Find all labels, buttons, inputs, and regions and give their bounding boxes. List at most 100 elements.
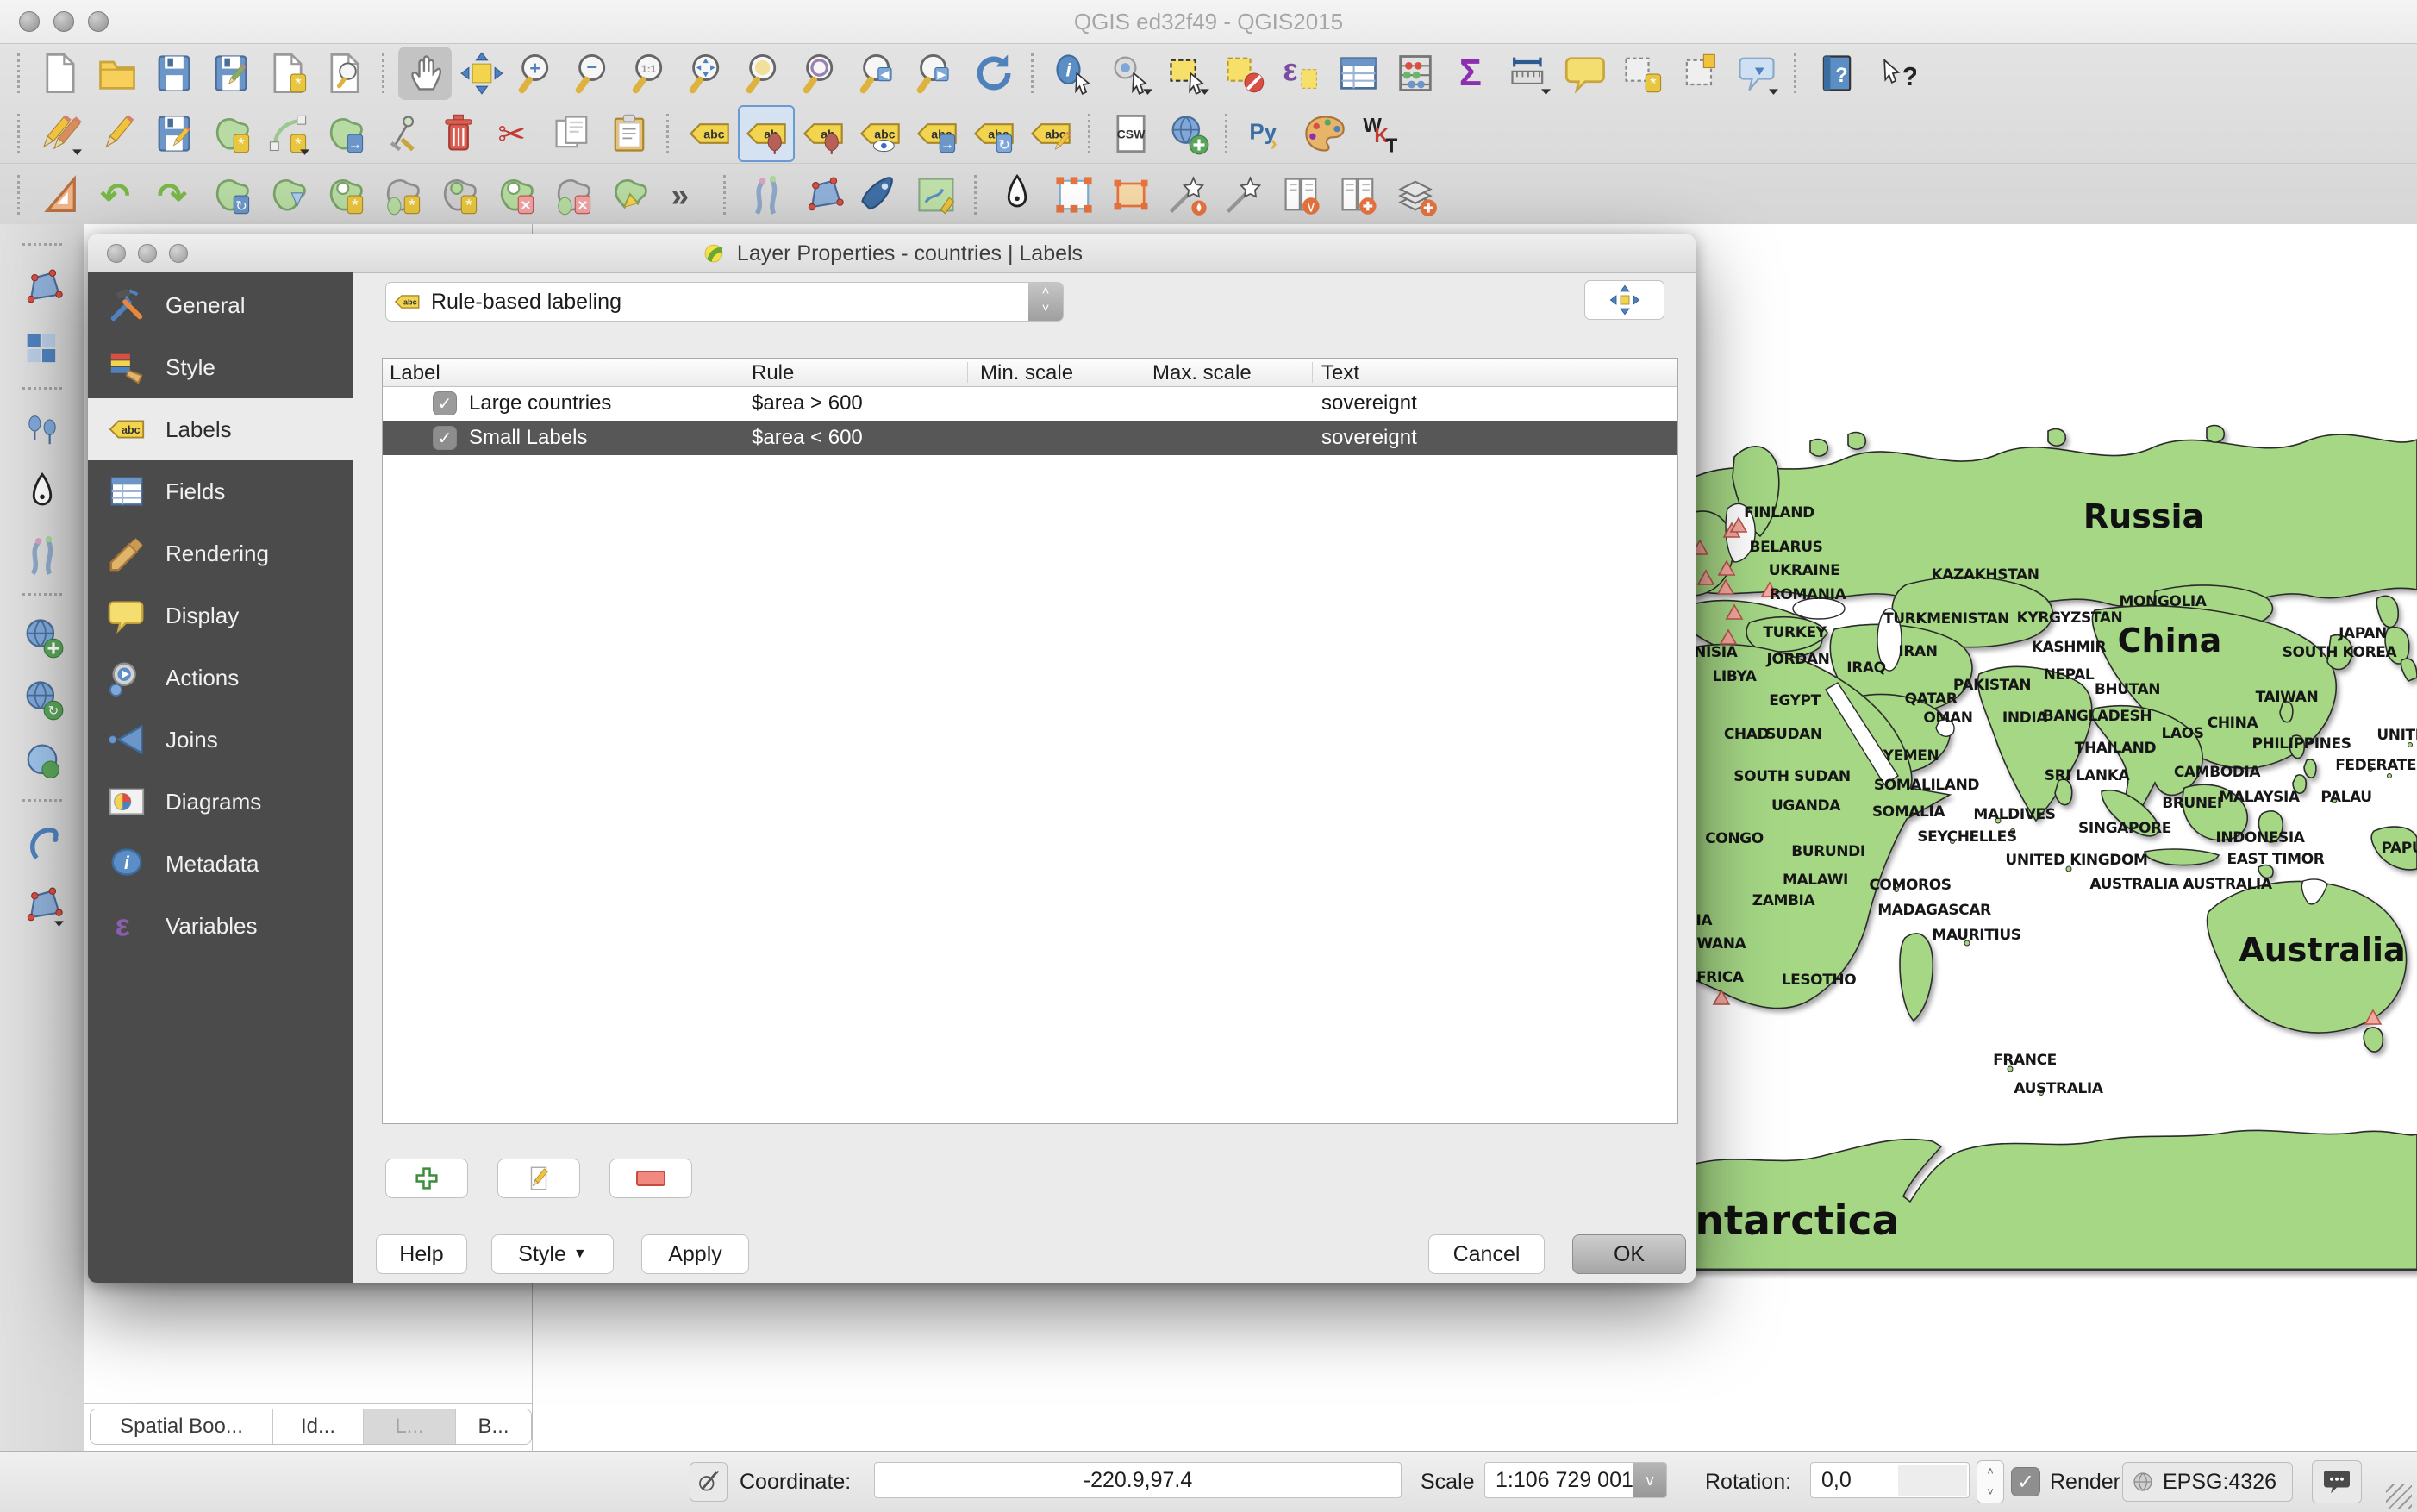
apply-button[interactable]: Apply — [641, 1234, 749, 1274]
zoom-full-extent-button[interactable] — [683, 47, 736, 100]
highlight-labels-button[interactable]: abc — [853, 107, 907, 160]
pin-tool-button[interactable] — [16, 404, 69, 458]
deselect-features-button[interactable] — [1218, 47, 1271, 100]
plugin-vertex-editor-button[interactable] — [796, 168, 850, 222]
crs-status-button[interactable]: EPSG:4326 — [2122, 1462, 2293, 1502]
simplify-feature-button[interactable] — [261, 168, 315, 222]
zoom-to-selection-button[interactable] — [740, 47, 793, 100]
python-console-button[interactable]: Py› — [1241, 107, 1295, 160]
change-label-button[interactable]: abc — [1024, 107, 1077, 160]
save-layer-edits-button[interactable] — [147, 107, 201, 160]
ribbon-tool-button[interactable] — [16, 528, 69, 582]
new-bookmark-button[interactable]: * — [1616, 47, 1670, 100]
show-sum-button[interactable]: Σ — [1446, 47, 1499, 100]
add-rule-button[interactable] — [385, 1159, 468, 1198]
show-hide-labels-button[interactable]: ab — [740, 107, 793, 160]
add-ring-button[interactable]: * — [318, 168, 372, 222]
sphere-tool-button[interactable] — [16, 734, 69, 788]
rule-row-1[interactable]: ✓Large countries$area > 600sovereignt — [383, 386, 1677, 421]
show-statistics-button[interactable] — [1389, 47, 1442, 100]
toggle-editing-button[interactable] — [91, 107, 144, 160]
metasearch-add-button[interactable] — [1161, 107, 1215, 160]
panel-tab-1[interactable]: Spatial Boo... — [91, 1409, 273, 1444]
vertex-menu-tool-button[interactable] — [16, 878, 69, 932]
edit-rule-button[interactable] — [497, 1159, 580, 1198]
panel-tab-4[interactable]: B... — [456, 1409, 531, 1444]
sidebar-item-style[interactable]: Style — [88, 336, 353, 398]
add-feature-button[interactable]: * — [204, 107, 258, 160]
dialog-minimize-button[interactable] — [138, 244, 157, 263]
plugin-select-box-button[interactable] — [1047, 168, 1101, 222]
select-by-expression-button[interactable]: ε — [1275, 47, 1328, 100]
reshape-features-button[interactable] — [603, 168, 656, 222]
open-project-button[interactable] — [91, 47, 144, 100]
measure-button[interactable] — [1502, 47, 1556, 100]
raster-tool-button[interactable] — [16, 322, 69, 376]
pan-map-button[interactable] — [398, 47, 452, 100]
plugin-style-wand-button[interactable] — [1161, 168, 1215, 222]
pin-unpin-labels-button[interactable]: ab — [796, 107, 850, 160]
rotation-stepper[interactable]: ˄˅ — [1977, 1460, 2004, 1503]
rule-row-2[interactable]: ✓Small Labels$area < 600sovereignt — [383, 421, 1677, 455]
pan-to-selection-button[interactable] — [455, 47, 509, 100]
select-features-button[interactable] — [1161, 47, 1215, 100]
plugin-wand-button[interactable] — [1218, 168, 1271, 222]
rotation-input[interactable]: 0,0 — [1810, 1462, 1970, 1498]
plugin-travel-button[interactable] — [853, 168, 907, 222]
copy-features-button[interactable] — [546, 107, 599, 160]
window-close-button[interactable] — [19, 11, 40, 32]
csw-search-button[interactable]: CSW — [1104, 107, 1158, 160]
text-annotation-button[interactable] — [1730, 47, 1783, 100]
customization-button[interactable] — [1298, 107, 1352, 160]
scale-combobox[interactable]: 1:106 729 001 v — [1484, 1462, 1667, 1498]
web-globe-add-button[interactable] — [16, 610, 69, 664]
fill-ring-button[interactable]: * — [432, 168, 485, 222]
save-project-as-button[interactable] — [204, 47, 258, 100]
help-button[interactable]: Help — [376, 1234, 467, 1274]
sidebar-item-actions[interactable]: Actions — [88, 647, 353, 709]
zoom-actual-size-button[interactable]: 1:1 — [626, 47, 679, 100]
map-view[interactable]: RussiaChinaAustraliaAntarcticaFINLANDBEL… — [1689, 224, 2417, 1451]
undo-button[interactable]: ↶ — [91, 168, 144, 222]
window-minimize-button[interactable] — [53, 11, 74, 32]
zoom-in-button[interactable]: + — [512, 47, 565, 100]
render-checkbox[interactable]: ✓ — [2011, 1467, 2040, 1496]
sidebar-item-labels[interactable]: abcLabels — [88, 398, 353, 460]
combobox-stepper-icon[interactable]: ˄˅ — [1028, 283, 1063, 321]
vertex-tool-button[interactable] — [16, 260, 69, 314]
add-part-button[interactable]: * — [375, 168, 428, 222]
open-attribute-table-button[interactable] — [1332, 47, 1385, 100]
style-menu-button[interactable]: Style▼ — [491, 1234, 614, 1274]
wkt-tools-button[interactable]: WKT — [1355, 107, 1408, 160]
sidebar-item-fields[interactable]: Fields — [88, 460, 353, 522]
sidebar-item-diagrams[interactable]: Diagrams — [88, 771, 353, 833]
zoom-out-button[interactable]: − — [569, 47, 622, 100]
messages-button[interactable] — [2312, 1460, 2362, 1503]
rotate-label-button[interactable]: abc↻ — [967, 107, 1021, 160]
feather-tool-button[interactable] — [16, 466, 69, 520]
new-print-composer-button[interactable]: * — [261, 47, 315, 100]
zoom-last-button[interactable]: ◀ — [853, 47, 907, 100]
rotate-feature-button[interactable]: ↻ — [204, 168, 258, 222]
coordinate-input[interactable] — [874, 1462, 1402, 1498]
move-feature-button[interactable]: → — [318, 107, 372, 160]
cut-features-button[interactable]: ✂ — [489, 107, 542, 160]
window-zoom-button[interactable] — [88, 11, 109, 32]
toolbar-overflow-button[interactable]: » — [659, 168, 713, 222]
sidebar-item-display[interactable]: Display — [88, 584, 353, 647]
layer-labeling-options-button[interactable]: abc — [683, 107, 736, 160]
help-contents-button[interactable]: ? — [1810, 47, 1864, 100]
delete-ring-button[interactable]: × — [489, 168, 542, 222]
rule-checkbox[interactable]: ✓ — [433, 426, 457, 450]
sidebar-item-rendering[interactable]: Rendering — [88, 522, 353, 584]
cad-tools-button[interactable] — [34, 168, 87, 222]
plugin-frame-button[interactable] — [1104, 168, 1158, 222]
resize-grip[interactable] — [2386, 1484, 2412, 1509]
plugin-atlas-export-button[interactable]: ∨ — [1275, 168, 1328, 222]
show-bookmarks-button[interactable] — [1673, 47, 1727, 100]
rule-checkbox[interactable]: ✓ — [433, 391, 457, 415]
labeling-mode-combobox[interactable]: abc Rule-based labeling ˄˅ — [385, 282, 1064, 322]
ok-button[interactable]: OK — [1572, 1234, 1686, 1274]
whats-this-button[interactable]: ? — [1867, 47, 1920, 100]
scale-dropdown-icon[interactable]: v — [1633, 1463, 1666, 1497]
